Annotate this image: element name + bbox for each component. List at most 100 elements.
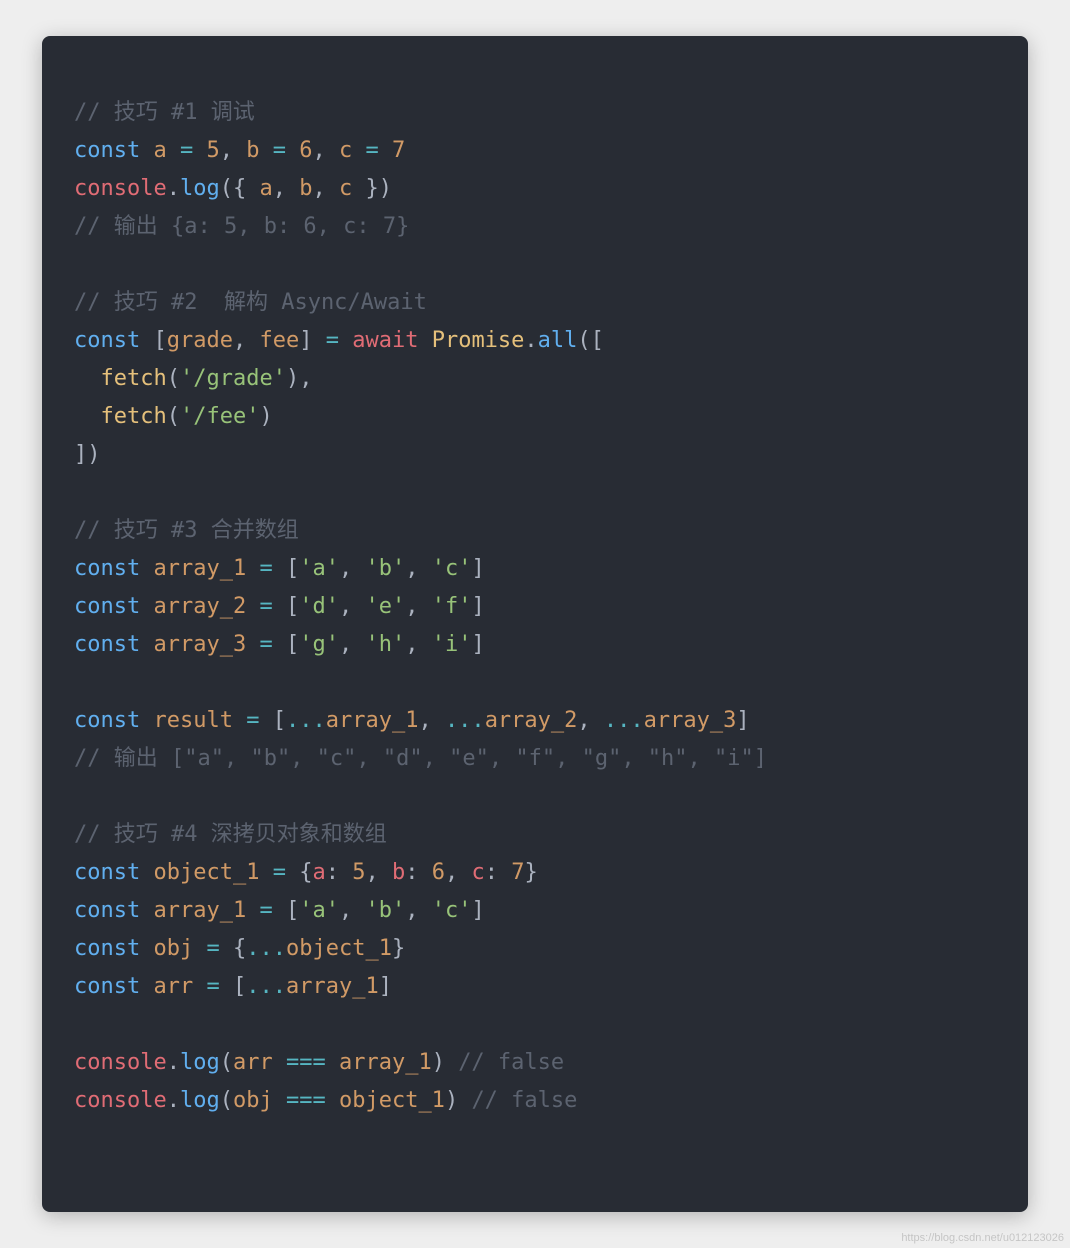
rbracket: ] — [74, 442, 87, 467]
console: console — [74, 1050, 167, 1075]
rbracket: ] — [471, 594, 484, 619]
kw-const: const — [74, 138, 140, 163]
rbrace: } — [365, 176, 378, 201]
comma: , — [405, 556, 418, 581]
rbracket: ] — [379, 974, 392, 999]
rparen: ) — [259, 404, 272, 429]
kw-const: const — [74, 632, 140, 657]
ref: object_1 — [286, 936, 392, 961]
comma: , — [339, 556, 352, 581]
comma: , — [312, 138, 325, 163]
comma: , — [405, 632, 418, 657]
comma: , — [220, 138, 233, 163]
key-a: a — [312, 860, 325, 885]
comment: // 技巧 #3 合并数组 — [74, 518, 299, 543]
rbracket: ] — [736, 708, 749, 733]
comma: , — [339, 632, 352, 657]
spread: ... — [286, 708, 326, 733]
kw-const: const — [74, 328, 140, 353]
kw-const: const — [74, 860, 140, 885]
string: 'i' — [432, 632, 472, 657]
comma: , — [418, 708, 431, 733]
var-grade: grade — [167, 328, 233, 353]
colon: : — [485, 860, 498, 885]
comma: , — [299, 366, 312, 391]
comment: // false — [458, 1050, 564, 1075]
op-eqeq: === — [286, 1088, 326, 1113]
rparen: ) — [87, 442, 100, 467]
comma: , — [445, 860, 458, 885]
rbracket: ] — [471, 632, 484, 657]
op-eq: = — [259, 556, 272, 581]
op-eq: = — [273, 138, 286, 163]
spread: ... — [246, 936, 286, 961]
op-eq: = — [259, 898, 272, 923]
var-result: result — [153, 708, 232, 733]
kw-const: const — [74, 708, 140, 733]
comment: // 技巧 #1 调试 — [74, 100, 255, 125]
dot: . — [167, 176, 180, 201]
op-eq: = — [206, 974, 219, 999]
promise: Promise — [432, 328, 525, 353]
console: console — [74, 176, 167, 201]
kw-const: const — [74, 594, 140, 619]
fetch: fetch — [101, 366, 167, 391]
rbracket: ] — [471, 556, 484, 581]
string: 'a' — [299, 556, 339, 581]
var: object_1 — [339, 1088, 445, 1113]
string: 'd' — [299, 594, 339, 619]
lbracket: [ — [153, 328, 166, 353]
comma: , — [365, 860, 378, 885]
colon: : — [326, 860, 339, 885]
rbracket: ] — [299, 328, 312, 353]
fetch: fetch — [101, 404, 167, 429]
lbracket: [ — [286, 898, 299, 923]
op-eq: = — [273, 860, 286, 885]
lparen: ( — [167, 366, 180, 391]
var-fee: fee — [259, 328, 299, 353]
comment: // 技巧 #2 解构 Async/Await — [74, 290, 427, 315]
lbracket: [ — [233, 974, 246, 999]
var-obj: obj — [153, 936, 193, 961]
comment: // 技巧 #4 深拷贝对象和数组 — [74, 822, 387, 847]
op-eq: = — [206, 936, 219, 961]
kw-await: await — [352, 328, 418, 353]
kw-const: const — [74, 556, 140, 581]
comment: // false — [471, 1088, 577, 1113]
lparen: ( — [220, 1050, 233, 1075]
comma: , — [339, 898, 352, 923]
string: 'g' — [299, 632, 339, 657]
colon: : — [405, 860, 418, 885]
ref: array_3 — [644, 708, 737, 733]
op-eq: = — [326, 328, 339, 353]
console: console — [74, 1088, 167, 1113]
code-card: // 技巧 #1 调试 const a = 5, b = 6, c = 7 co… — [42, 36, 1028, 1212]
rbracket: ] — [471, 898, 484, 923]
var-a: a — [153, 138, 166, 163]
comma: , — [233, 328, 246, 353]
comment: // 输出 {a: 5, b: 6, c: 7} — [74, 214, 409, 239]
var: obj — [233, 1088, 273, 1113]
key-b: b — [392, 860, 405, 885]
comma: , — [312, 176, 325, 201]
rparen: ) — [379, 176, 392, 201]
comma: , — [273, 176, 286, 201]
comma: , — [577, 708, 590, 733]
string: 'a' — [299, 898, 339, 923]
string: '/fee' — [180, 404, 259, 429]
string: 'h' — [365, 632, 405, 657]
var-arr: arr — [153, 974, 193, 999]
string: 'f' — [432, 594, 472, 619]
var-a: a — [259, 176, 272, 201]
op-eq: = — [246, 708, 259, 733]
var: array_1 — [339, 1050, 432, 1075]
num: 6 — [432, 860, 445, 885]
var-array1: array_1 — [153, 556, 246, 581]
num: 7 — [392, 138, 405, 163]
var-array3: array_3 — [153, 632, 246, 657]
num: 5 — [352, 860, 365, 885]
comma: , — [405, 898, 418, 923]
var-array2: array_2 — [153, 594, 246, 619]
spread: ... — [604, 708, 644, 733]
comment: // 输出 ["a", "b", "c", "d", "e", "f", "g"… — [74, 746, 767, 771]
